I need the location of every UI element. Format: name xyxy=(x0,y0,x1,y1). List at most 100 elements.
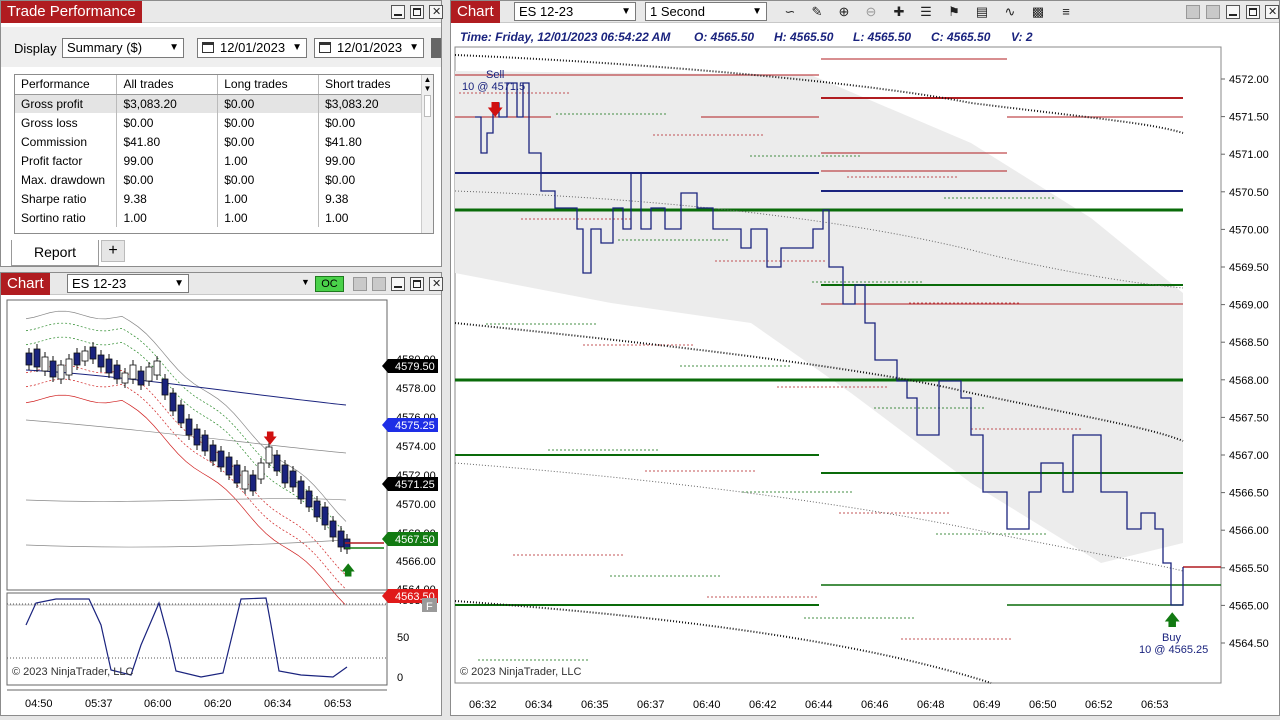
small-price-chart[interactable]: 🡇 🡅 4580.004578.004576.004574.004572.004… xyxy=(1,295,441,714)
minimize-icon[interactable] xyxy=(391,277,405,291)
zoom-out-icon[interactable]: ⊖ xyxy=(862,3,880,21)
link-icon[interactable] xyxy=(1186,5,1200,19)
perf-toolbar: Display Summary ($) ▼ 12/01/2023 ▼ 12/01/2… xyxy=(1,27,441,67)
y-tick-label: 4567.50 xyxy=(1229,412,1269,424)
perf-table: Performance All trades Long trades Short… xyxy=(15,75,422,227)
close-icon[interactable] xyxy=(429,5,443,19)
table-header: Performance All trades Long trades Short… xyxy=(15,75,422,95)
table-row[interactable]: Profit factor 99.00 1.00 99.00 xyxy=(15,151,422,170)
y-tick-label: 4570.00 xyxy=(1229,224,1269,236)
y-tick-label: 4570.50 xyxy=(1229,187,1269,199)
y-tick-label: 4571.50 xyxy=(1229,112,1269,124)
table-row[interactable]: Sharpe ratio 9.38 1.00 9.38 xyxy=(15,189,422,208)
oc-label: OC xyxy=(321,278,338,290)
tile-icon[interactable] xyxy=(1206,5,1220,19)
candle-body xyxy=(217,450,225,468)
calendar-icon xyxy=(319,42,331,53)
scroll-down-icon[interactable]: ▼ xyxy=(422,84,433,93)
candle-body xyxy=(241,470,249,490)
display-select[interactable]: Summary ($) ▼ xyxy=(62,38,184,58)
trade-performance-titlebar[interactable]: Trade Performance xyxy=(1,1,443,23)
x-tick-label: 06:37 xyxy=(637,699,665,711)
tile-icon[interactable] xyxy=(372,277,386,291)
date-from-value: 12/01/2023 xyxy=(220,40,286,55)
sell-arrow-icon: 🡇 xyxy=(487,102,503,119)
candle-body xyxy=(41,356,49,372)
small-chart-titlebar[interactable]: Chart ES 12-23 ▼ ▼ OC xyxy=(1,273,443,295)
list-icon[interactable]: ≡ xyxy=(1057,3,1075,21)
chevron-down-icon: ▼ xyxy=(409,42,419,53)
buy-arrow-icon: 🡅 xyxy=(1164,612,1180,629)
grid-scrollbar[interactable]: ▲ ▼ xyxy=(421,75,433,233)
table-row[interactable]: Commission $41.80 $0.00 $41.80 xyxy=(15,132,422,151)
col-header[interactable]: Short trades xyxy=(318,75,422,95)
table-row[interactable]: Gross profit $3,083.20 $0.00 $3,083.20 xyxy=(15,94,422,113)
close-icon[interactable] xyxy=(1265,5,1279,19)
instrument-select[interactable]: ES 12-23 ▼ xyxy=(514,2,636,21)
zoom-in-icon[interactable]: ⊕ xyxy=(835,3,853,21)
osc-tick-50: 50 xyxy=(397,632,409,644)
col-header[interactable]: Performance xyxy=(15,75,118,95)
candle-body xyxy=(313,500,321,518)
date-from-picker[interactable]: 12/01/2023 ▼ xyxy=(197,38,307,58)
close-icon[interactable] xyxy=(429,277,443,291)
tab-report[interactable]: Report xyxy=(11,240,99,266)
indicators-icon[interactable]: ▤ xyxy=(973,3,991,21)
instrument-value: ES 12-23 xyxy=(519,4,574,19)
strategies-icon[interactable]: ⚑ xyxy=(945,3,963,21)
x-tick-label: 05:37 xyxy=(85,698,113,710)
cell: $0.00 xyxy=(217,113,320,132)
table-row[interactable]: Gross loss $0.00 $0.00 $0.00 xyxy=(15,113,422,132)
cell: $0.00 xyxy=(217,170,320,189)
pencil-icon[interactable]: ✎ xyxy=(808,3,826,21)
properties-icon[interactable]: ☰ xyxy=(917,3,935,21)
candle-body xyxy=(49,360,57,378)
y-axis: 4572.00 4571.50 4571.00 4570.50 4570.00 4569.… xyxy=(1221,74,1269,650)
plus-icon: + xyxy=(108,242,118,259)
cell: $0.00 xyxy=(217,132,320,151)
cell: $41.80 xyxy=(116,132,219,151)
interval-select[interactable]: 1 Second ▼ xyxy=(645,2,767,21)
maximize-icon[interactable] xyxy=(1246,5,1260,19)
cell: Gross loss xyxy=(15,113,118,132)
maximize-icon[interactable] xyxy=(410,5,424,19)
x-tick-label: 06:50 xyxy=(1029,699,1057,711)
candle-body xyxy=(81,350,89,362)
generate-button[interactable] xyxy=(431,38,441,58)
cell: Sharpe ratio xyxy=(15,189,118,208)
x-tick-label: 06:00 xyxy=(144,698,172,710)
candle-body xyxy=(121,372,129,384)
minimize-icon[interactable] xyxy=(1226,5,1240,19)
cell: 1.00 xyxy=(217,208,320,227)
crosshair-icon[interactable]: ✚ xyxy=(890,3,908,21)
sell-arrow-icon: 🡇 xyxy=(263,430,277,446)
col-header[interactable]: Long trades xyxy=(217,75,320,95)
scroll-up-icon[interactable]: ▲ xyxy=(422,75,433,84)
main-chart-titlebar[interactable]: Chart ES 12-23 ▼ 1 Second ▼ ∽ ✎ ⊕ ⊖ ✚ ☰ ⚑ … xyxy=(451,1,1279,23)
window-title: Chart xyxy=(451,1,500,23)
dropdown-icon[interactable]: ▼ xyxy=(301,277,310,287)
instrument-select[interactable]: ES 12-23 ▼ xyxy=(67,274,189,293)
date-to-picker[interactable]: 12/01/2023 ▼ xyxy=(314,38,424,58)
maximize-icon[interactable] xyxy=(410,277,424,291)
link-icon[interactable] xyxy=(353,277,367,291)
add-tab-button[interactable]: + xyxy=(101,240,125,262)
minimize-icon[interactable] xyxy=(391,5,405,19)
x-axis: 06:32 06:34 06:35 06:37 06:40 06:42 06:44 06:46… xyxy=(469,699,1169,711)
templates-icon[interactable]: ▩ xyxy=(1029,3,1047,21)
cell: $0.00 xyxy=(116,113,219,132)
price-badge: 4571.25 xyxy=(382,477,438,491)
cell: $0.00 xyxy=(318,113,422,132)
chart-style-icon[interactable]: ∿ xyxy=(1001,3,1019,21)
draw-tool-icon[interactable]: ∽ xyxy=(781,3,799,21)
y-tick-label: 4564.50 xyxy=(1229,638,1269,650)
main-price-chart[interactable]: Time: Friday, 12/01/2023 06:54:22 AM O: … xyxy=(451,23,1279,715)
candle-body xyxy=(297,480,305,500)
table-row[interactable]: Max. drawdown $0.00 $0.00 $0.00 xyxy=(15,170,422,189)
oc-button[interactable]: OC xyxy=(315,276,344,292)
scroll-thumb[interactable] xyxy=(424,95,431,117)
table-row[interactable]: Sortino ratio 1.00 1.00 1.00 xyxy=(15,208,422,227)
candle-body xyxy=(169,392,177,412)
interval-value: 1 Second xyxy=(650,4,705,19)
col-header[interactable]: All trades xyxy=(116,75,219,95)
